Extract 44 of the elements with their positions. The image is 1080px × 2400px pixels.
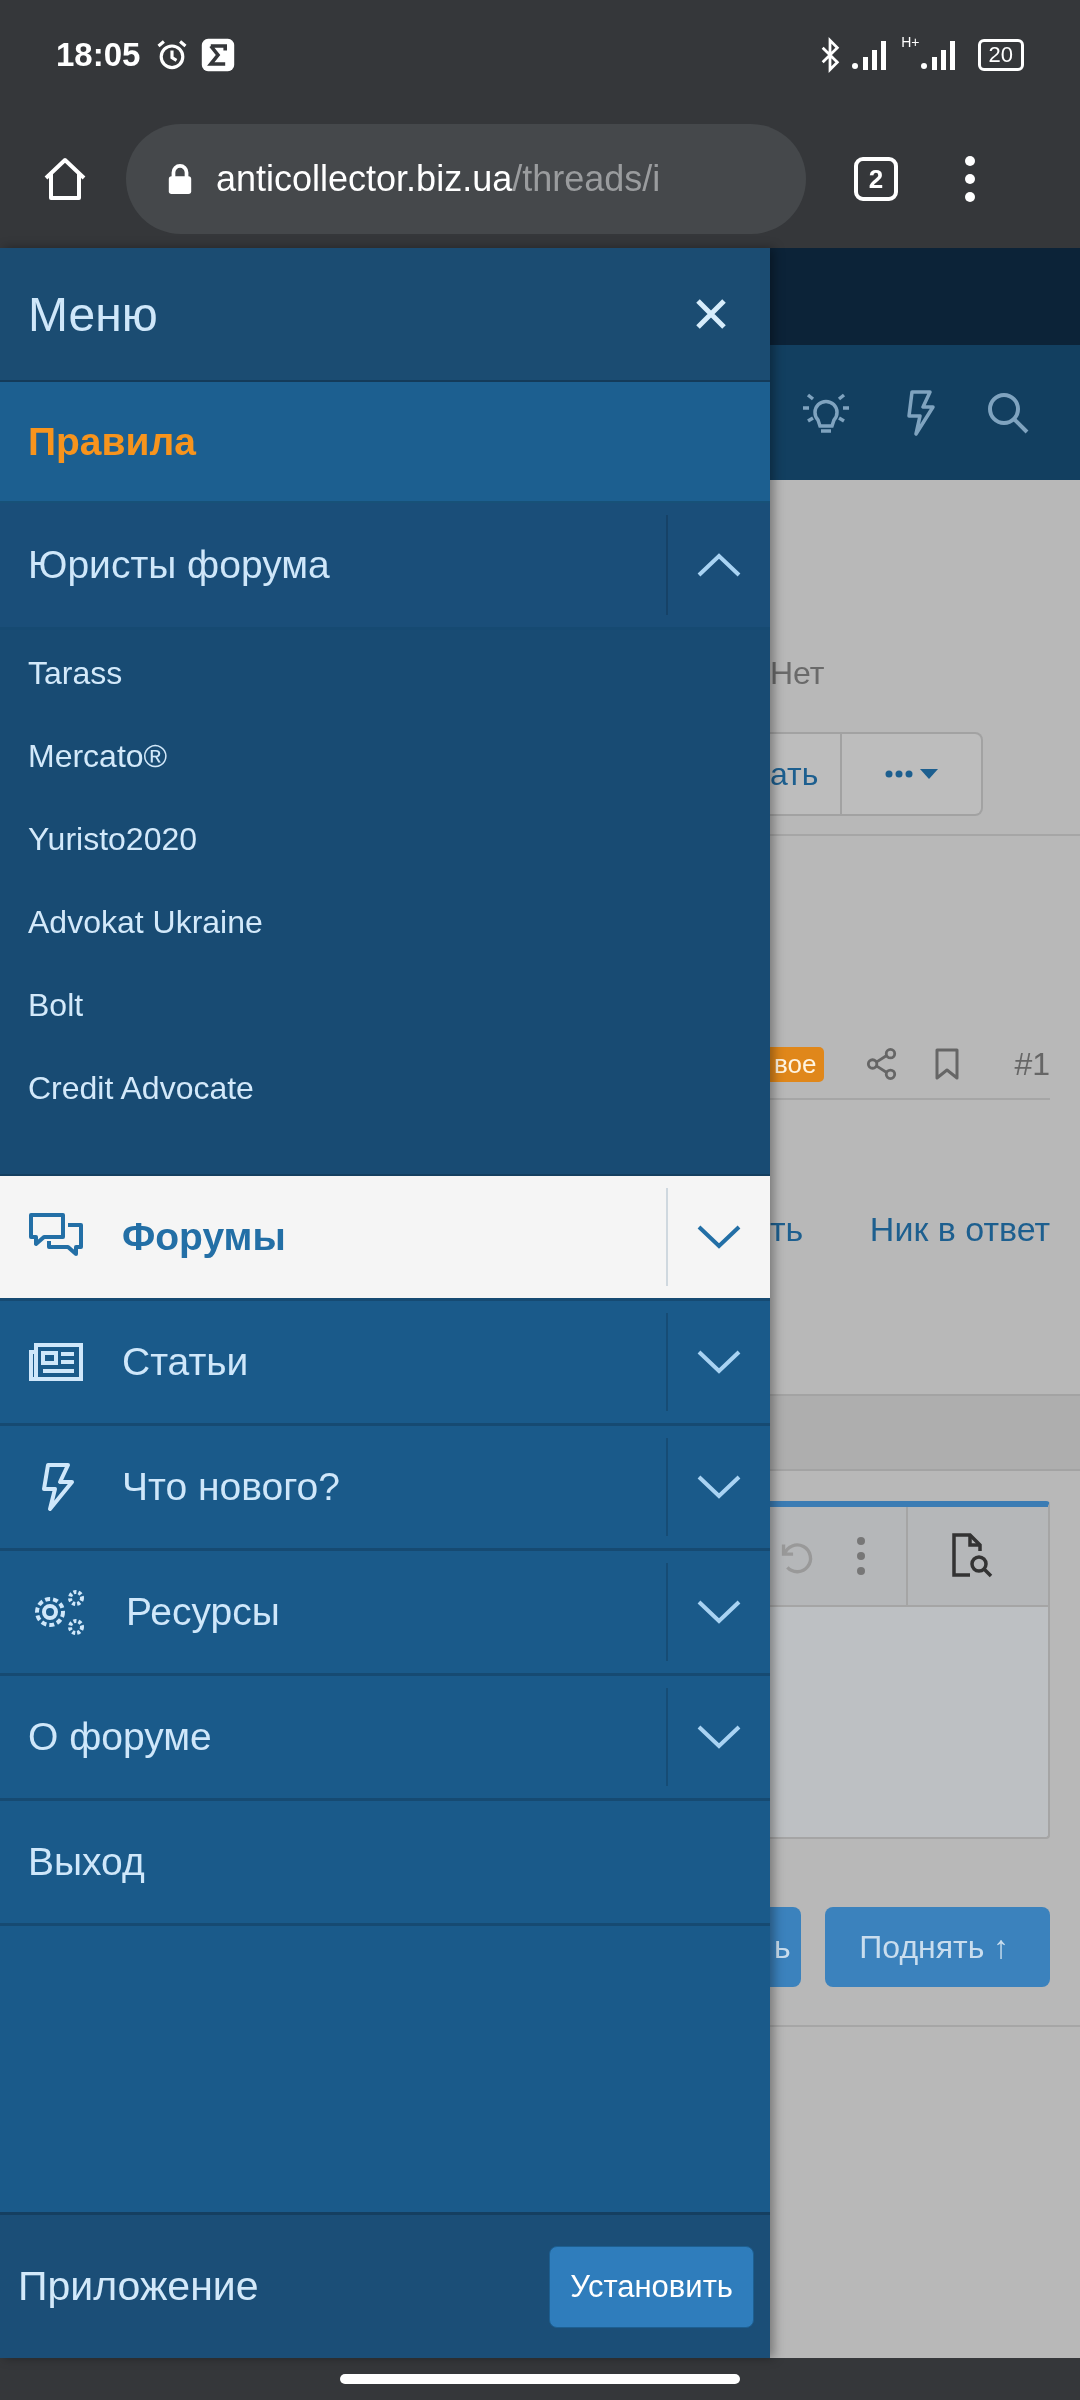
url-text: anticollector.biz.ua/threads/i (216, 158, 661, 200)
share-icon[interactable] (866, 1048, 899, 1080)
app-label: Приложение (18, 2263, 259, 2310)
close-icon[interactable] (694, 297, 728, 331)
tab-count-button[interactable]: 2 (854, 157, 898, 201)
clock-time: 18:05 (56, 36, 141, 74)
menu-item-label: Что нового? (122, 1465, 341, 1509)
submenu-link[interactable]: Yuristo2020 (0, 798, 770, 881)
submenu-link[interactable]: Credit Advocate (0, 1047, 770, 1130)
menu-item[interactable]: Форумы (0, 1176, 770, 1301)
lock-icon (166, 162, 194, 196)
reply-link[interactable]: ть (770, 1210, 804, 1249)
chevron-up-icon[interactable] (696, 552, 742, 578)
network-type-label: H+ (901, 34, 920, 50)
submenu-link[interactable]: Bolt (0, 964, 770, 1047)
menu-title: Меню (28, 286, 158, 342)
menu-item-label: Ресурсы (126, 1590, 281, 1634)
menu-item-label: Форумы (122, 1215, 287, 1259)
submenu-link[interactable]: Tarass (0, 632, 770, 715)
poll-option: Нет (770, 655, 1080, 692)
bookmark-icon[interactable] (934, 1047, 961, 1081)
menu-item-label: О форуме (28, 1715, 213, 1759)
post-button[interactable]: ь (770, 1907, 801, 1987)
more-options-icon[interactable] (964, 155, 976, 203)
battery-indicator: 20 (977, 39, 1024, 71)
menu-item[interactable]: Правила (0, 382, 770, 503)
menu-item-label: Юристы форума (28, 543, 331, 587)
menu-item-label: Статьи (122, 1340, 250, 1384)
new-badge: вое (770, 1046, 825, 1082)
install-button[interactable]: Установить (549, 2245, 754, 2328)
menu-item[interactable]: Статьи (0, 1301, 770, 1426)
post-number[interactable]: #1 (1014, 1045, 1050, 1083)
address-bar[interactable]: anticollector.biz.ua/threads/i (126, 124, 806, 234)
quote-link[interactable]: Ник в ответ (869, 1210, 1050, 1249)
search-icon[interactable] (986, 390, 1030, 435)
post-button[interactable]: Поднять ↑ (824, 1907, 1050, 1987)
chevron-down-icon[interactable] (696, 1224, 742, 1250)
sigma-app-icon (200, 37, 237, 73)
bluetooth-icon (819, 36, 842, 74)
newspaper-icon (28, 1342, 84, 1382)
menu-item[interactable]: Юристы форума (0, 503, 770, 630)
gesture-handle[interactable] (340, 2374, 740, 2384)
submenu-link[interactable]: Advokat Ukraine (0, 881, 770, 964)
submenu-link[interactable]: Mercato® (0, 715, 770, 798)
